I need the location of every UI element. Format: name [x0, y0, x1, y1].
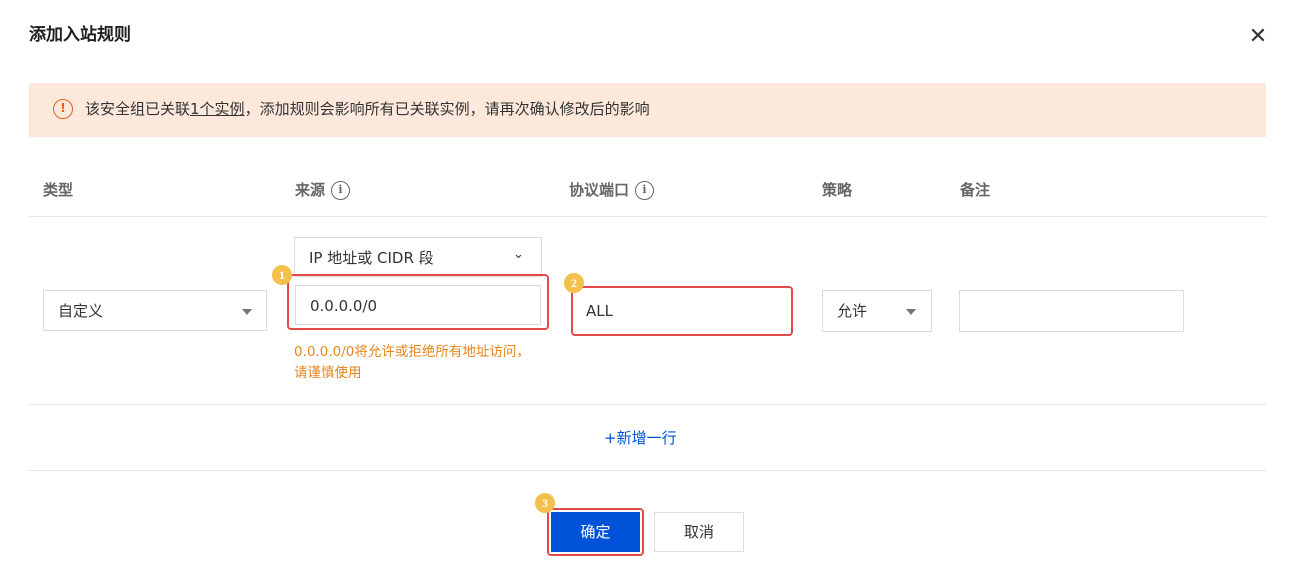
- alert-text-after: ，添加规则会影响所有已关联实例，请再次确认修改后的影响: [244, 100, 650, 118]
- policy-select-value: 允许: [837, 302, 868, 320]
- footer-divider: [29, 470, 1266, 471]
- alert-text: 该安全组已关联1个实例，添加规则会影响所有已关联实例，请再次确认修改后的影响: [85, 99, 650, 119]
- row-divider: [29, 404, 1266, 405]
- header-protocol-port: 协议端口 i: [569, 180, 655, 200]
- source-warning-text: 0.0.0.0/0将允许或拒绝所有地址访问，请谨慎使用: [294, 344, 530, 381]
- instance-link[interactable]: 1个实例: [190, 100, 245, 118]
- confirm-button[interactable]: 确定: [551, 512, 640, 552]
- caret-down-icon: [242, 309, 252, 315]
- annotation-badge-1: 1: [272, 265, 292, 285]
- header-source-label: 来源: [295, 181, 326, 199]
- header-remark: 备注: [960, 180, 990, 200]
- policy-select[interactable]: 允许: [822, 290, 932, 332]
- source-type-select[interactable]: IP 地址或 CIDR 段 ⌄: [294, 237, 542, 277]
- annotation-badge-2: 2: [564, 273, 584, 293]
- source-type-value: IP 地址或 CIDR 段: [309, 249, 434, 267]
- header-source: 来源 i: [295, 180, 351, 200]
- header-remark-label: 备注: [960, 181, 991, 199]
- protocol-port-value: ALL: [586, 302, 613, 320]
- type-select-value: 自定义: [58, 302, 104, 320]
- chevron-down-icon: ⌄: [513, 247, 524, 262]
- source-input[interactable]: 0.0.0.0/0: [295, 285, 541, 325]
- type-select[interactable]: 自定义: [43, 290, 267, 331]
- header-policy-label: 策略: [822, 181, 853, 199]
- annotation-badge-3: 3: [535, 493, 555, 513]
- protocol-port-input[interactable]: ALL: [575, 290, 789, 332]
- add-row-link[interactable]: +新增一行: [604, 428, 677, 448]
- dialog-title: 添加入站规则: [29, 25, 131, 45]
- source-input-value: 0.0.0.0/0: [310, 297, 378, 315]
- info-icon[interactable]: i: [635, 181, 655, 200]
- remark-input[interactable]: [959, 290, 1184, 332]
- header-policy: 策略: [822, 180, 852, 200]
- header-type-label: 类型: [43, 181, 74, 199]
- header-divider: [29, 216, 1266, 217]
- caret-down-icon: [906, 309, 916, 315]
- header-type: 类型: [43, 180, 73, 200]
- exclamation-circle-icon: !: [53, 99, 73, 119]
- close-icon[interactable]: ✕: [1248, 25, 1268, 49]
- cancel-button[interactable]: 取消: [654, 512, 744, 552]
- header-protocol-port-label: 协议端口: [569, 181, 630, 199]
- alert-text-before: 该安全组已关联: [85, 100, 191, 118]
- warning-alert: ! 该安全组已关联1个实例，添加规则会影响所有已关联实例，请再次确认修改后的影响: [29, 83, 1266, 137]
- info-icon[interactable]: i: [331, 181, 351, 200]
